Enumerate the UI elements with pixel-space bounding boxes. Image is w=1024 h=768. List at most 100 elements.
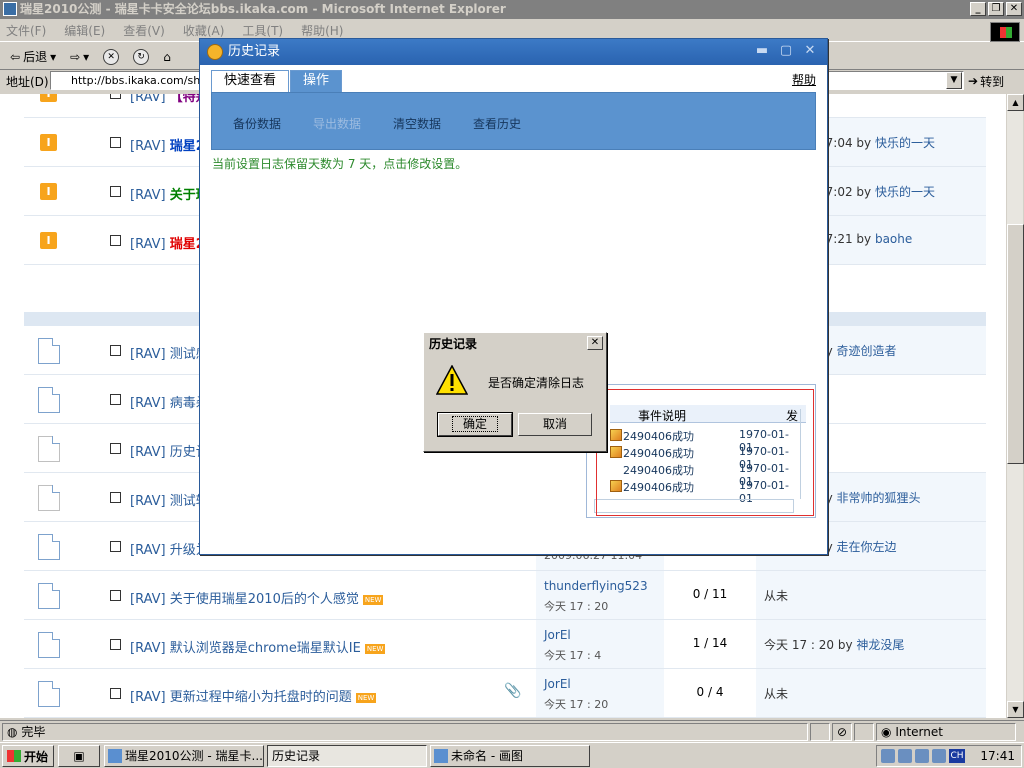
go-button[interactable]: ➔ 转到: [968, 71, 1016, 91]
reply-count: 0 / 4: [696, 685, 724, 699]
topic-title[interactable]: [RAV] 关于瑞: [130, 184, 209, 203]
address-dropdown-icon[interactable]: ▼: [946, 72, 962, 89]
tab-quick-view[interactable]: 快速查看: [211, 70, 290, 92]
qq-icon[interactable]: [915, 749, 929, 763]
maximize-icon[interactable]: ▢: [779, 44, 793, 58]
task-paint[interactable]: 未命名 - 画图: [430, 745, 590, 767]
select-checkbox[interactable]: [110, 443, 121, 454]
select-checkbox[interactable]: [110, 345, 121, 356]
ie-title-bar: 瑞星2010公测 - 瑞星卡卡安全论坛bbs.ikaka.com - Micro…: [0, 0, 1024, 19]
scroll-down-icon[interactable]: ▼: [1007, 701, 1024, 718]
rising-icon[interactable]: [932, 749, 946, 763]
topic-title[interactable]: [RAV] 瑞星2: [130, 135, 205, 154]
menu-tools[interactable]: 工具(T): [242, 22, 283, 39]
home-button[interactable]: ⌂: [159, 46, 175, 68]
refresh-button[interactable]: ↻: [129, 46, 153, 68]
topic-icon-cell: [24, 326, 72, 374]
dialog-close-icon[interactable]: ✕: [587, 336, 603, 350]
cancel-button[interactable]: 取消: [518, 413, 592, 436]
topic-title[interactable]: [RAV] 【特别: [130, 94, 209, 105]
menu-edit[interactable]: 编辑(E): [64, 22, 105, 39]
select-checkbox[interactable]: [110, 94, 121, 99]
topic-title[interactable]: [RAV] 关于使用瑞星2010后的个人感觉 NEW: [130, 588, 384, 607]
history-tabs: 快速查看 操作: [211, 70, 343, 92]
menu-file[interactable]: 文件(F): [6, 22, 46, 39]
clear-data-button[interactable]: 清空数据: [393, 115, 441, 132]
menu-favorites[interactable]: 收藏(A): [183, 22, 225, 39]
view-history-button[interactable]: 查看历史: [473, 115, 521, 132]
author-name[interactable]: JorEl: [544, 677, 571, 691]
select-checkbox[interactable]: [110, 688, 121, 699]
start-button[interactable]: 开始: [2, 745, 54, 767]
topic-title[interactable]: [RAV] 测试轻: [130, 490, 209, 509]
select-checkbox[interactable]: [110, 394, 121, 405]
volume-icon[interactable]: [881, 749, 895, 763]
ok-button[interactable]: 确定: [437, 412, 513, 437]
topic-title[interactable]: [RAV] 升级为: [130, 539, 209, 558]
topic-icon-cell: [24, 424, 72, 472]
forward-button[interactable]: ⇨ ▾: [66, 46, 93, 68]
stop-button[interactable]: ✕: [99, 46, 123, 68]
chevron-down-icon[interactable]: ▾: [50, 50, 56, 64]
last-post-author[interactable]: 快乐的一天: [875, 185, 935, 199]
export-data-button: 导出数据: [313, 117, 362, 131]
last-post-author[interactable]: 神龙没尾: [856, 638, 904, 652]
input-language[interactable]: CH: [949, 749, 965, 763]
last-post-author[interactable]: 快乐的一天: [875, 136, 935, 150]
menu-view[interactable]: 查看(V): [123, 22, 165, 39]
minimize-icon[interactable]: ▬: [755, 44, 769, 58]
author-name[interactable]: JorEl: [544, 628, 571, 642]
quick-launch[interactable]: ▣: [58, 745, 100, 767]
vertical-scrollbar[interactable]: ▲ ▼: [1006, 94, 1024, 718]
close-icon[interactable]: ✕: [803, 44, 817, 58]
topic-title[interactable]: [RAV] 瑞星2: [130, 233, 205, 252]
back-button[interactable]: ⇦ 后退 ▾: [6, 46, 60, 68]
select-checkbox[interactable]: [110, 235, 121, 246]
select-checkbox[interactable]: [110, 137, 121, 148]
select-checkbox[interactable]: [110, 639, 121, 650]
select-checkbox[interactable]: [110, 492, 121, 503]
windows-logo-icon: [990, 22, 1020, 42]
select-checkbox[interactable]: [110, 186, 121, 197]
task-ie[interactable]: 瑞星2010公测 - 瑞星卡...: [104, 745, 264, 767]
table-row: [RAV] 关于使用瑞星2010后的个人感觉 NEW thunderflying52…: [24, 571, 986, 620]
topic-icon: [38, 534, 60, 560]
table-row: [RAV] 默认浏览器是chrome瑞星默认IE NEW JorEl 今天 17 : …: [24, 620, 986, 669]
minimize-button[interactable]: _: [970, 2, 986, 16]
scroll-thumb[interactable]: [1007, 224, 1024, 464]
dialog-title: 历史记录: [426, 335, 604, 353]
select-checkbox[interactable]: [110, 541, 121, 552]
author-name[interactable]: thunderflying523: [544, 579, 648, 593]
table-row: [RAV] 更新过程中缩小为托盘时的问题 NEW 📎 JorEl 今天 17 : 20 0…: [24, 669, 986, 718]
close-button[interactable]: ✕: [1006, 2, 1022, 16]
last-post-cell: 今天 17 : 20 by 神龙没尾: [756, 620, 986, 668]
last-post-author[interactable]: 走在你左边: [837, 540, 897, 554]
go-label: 转到: [980, 74, 1005, 89]
popup-blocker-icon[interactable]: ⊘: [832, 722, 852, 741]
action-panel: 备份数据 导出数据 清空数据 查看历史: [211, 92, 816, 150]
paint-icon: [434, 749, 448, 763]
retention-note[interactable]: 当前设置日志保留天数为 7 天，点击修改设置。: [212, 155, 467, 172]
menu-help[interactable]: 帮助(H): [301, 22, 343, 39]
last-post-author[interactable]: baohe: [875, 232, 912, 246]
last-post-author[interactable]: 奇迹创造者: [837, 344, 897, 358]
backup-data-button[interactable]: 备份数据: [233, 115, 281, 132]
select-checkbox[interactable]: [110, 590, 121, 601]
topic-title[interactable]: [RAV] 默认浏览器是chrome瑞星默认IE NEW: [130, 637, 386, 656]
help-link[interactable]: 帮助: [792, 71, 816, 88]
history-window: 历史记录 ▬ ▢ ✕ 快速查看 操作 帮助 备份数据 导出数据 清空数据 查看历…: [199, 38, 828, 555]
network-icon[interactable]: [898, 749, 912, 763]
last-post-author[interactable]: 非常帅的狐狸头: [837, 491, 921, 505]
topic-title[interactable]: [RAV] 测试感: [130, 343, 209, 362]
tab-operation[interactable]: 操作: [290, 70, 343, 92]
scroll-up-icon[interactable]: ▲: [1007, 94, 1024, 111]
author-cell: thunderflying523 今天 17 : 20: [536, 571, 664, 619]
status-cell-empty: [854, 722, 874, 741]
ie-window-icon: [3, 2, 17, 16]
topic-title[interactable]: [RAV] 更新过程中缩小为托盘时的问题 NEW: [130, 686, 377, 705]
task-history[interactable]: 历史记录: [267, 745, 427, 767]
topic-title[interactable]: [RAV] 病毒杀: [130, 392, 209, 411]
restore-button[interactable]: ❐: [988, 2, 1004, 16]
topic-title[interactable]: [RAV] 历史记: [130, 441, 209, 460]
status-text: ◍ 完毕: [2, 722, 808, 741]
